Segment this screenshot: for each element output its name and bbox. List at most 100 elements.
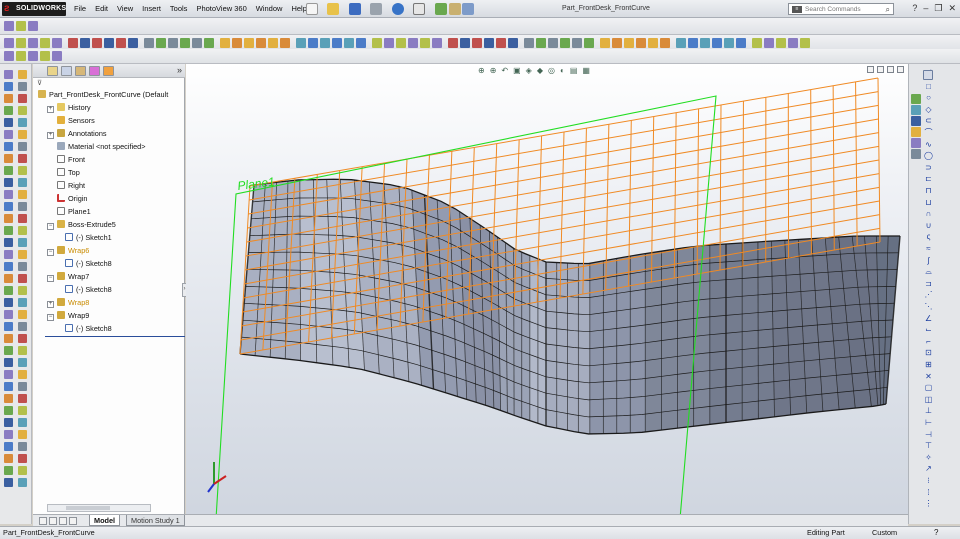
feature-tool-icon[interactable] — [4, 130, 13, 139]
feature-tool-icon[interactable] — [4, 226, 13, 235]
command-icon[interactable] — [660, 38, 670, 48]
sketch-palette-icon[interactable]: ⋰ — [924, 290, 933, 299]
sketch-entity-icon[interactable] — [4, 51, 14, 61]
tree-item-sketch8-a[interactable]: (-) Sketch8 — [65, 258, 112, 269]
command-icon[interactable] — [636, 38, 646, 48]
tree-item-sketch1[interactable]: (-) Sketch1 — [65, 232, 112, 243]
sketch-palette-icon[interactable]: ⊥ — [924, 406, 933, 415]
zoom-to-fit-icon[interactable]: ⊕ — [478, 66, 485, 75]
tree-item-wrap8[interactable]: + Wrap8 — [47, 297, 89, 308]
feature-tool-icon[interactable] — [4, 298, 13, 307]
select-arrow-icon[interactable] — [413, 3, 425, 15]
command-icon[interactable] — [332, 38, 342, 48]
scene-icon[interactable]: ▤ — [570, 66, 578, 75]
graphics-area[interactable]: Plane1 ⊕ ⊕ ↶ ▣ ◈ ◆ ◎ ◐ ▤ ▦ — [186, 64, 908, 524]
command-icon[interactable] — [384, 38, 394, 48]
command-icon[interactable] — [220, 38, 230, 48]
command-icon[interactable] — [244, 38, 254, 48]
command-icon[interactable] — [396, 38, 406, 48]
file-properties-icon[interactable] — [449, 3, 461, 15]
command-icon[interactable] — [92, 38, 102, 48]
command-icon[interactable] — [116, 38, 126, 48]
command-icon[interactable] — [156, 38, 166, 48]
feature-tool-icon[interactable] — [18, 202, 27, 211]
tab-model[interactable]: Model — [89, 515, 121, 526]
tree-item-wrap9[interactable]: − Wrap9 — [47, 310, 89, 321]
feature-tool-icon[interactable] — [18, 322, 27, 331]
sketch-palette-icon[interactable]: ◫ — [924, 395, 933, 404]
command-icon[interactable] — [736, 38, 746, 48]
feature-tool-icon[interactable] — [4, 322, 13, 331]
tree-item-sketch8-selected[interactable]: (-) Sketch8 — [65, 284, 112, 295]
command-icon[interactable] — [432, 38, 442, 48]
configuration-manager-tab[interactable] — [75, 66, 86, 76]
sketch-palette-icon[interactable]: ⋮ — [924, 499, 933, 508]
sketch-palette-icon[interactable]: ⁞ — [924, 488, 933, 497]
more-tabs-icon[interactable]: » — [177, 65, 182, 75]
view-orientation-icon[interactable]: ◈ — [526, 66, 532, 75]
feature-tool-icon[interactable] — [18, 382, 27, 391]
hide-show-icon[interactable]: ◎ — [548, 66, 555, 75]
sketch-palette-icon[interactable]: ≈ — [924, 244, 933, 253]
sketch-entity-icon[interactable] — [28, 51, 38, 61]
command-icon[interactable] — [536, 38, 546, 48]
command-icon[interactable] — [296, 38, 306, 48]
sketch-palette-icon[interactable]: ⁝ — [924, 476, 933, 485]
sketch-palette-icon[interactable]: ⊐ — [924, 279, 933, 288]
command-icon[interactable] — [524, 38, 534, 48]
scrollbar-thumb[interactable] — [66, 506, 110, 510]
command-icon[interactable] — [192, 38, 202, 48]
display-style-icon[interactable]: ◆ — [537, 66, 543, 75]
command-icon[interactable] — [204, 38, 214, 48]
feature-tool-icon[interactable] — [18, 478, 27, 487]
viewport-close-icon[interactable] — [897, 66, 904, 73]
tree-item-sketch8-b[interactable]: (-) Sketch8 — [65, 323, 112, 334]
feature-tool-icon[interactable] — [4, 394, 13, 403]
feature-tool-icon[interactable] — [18, 190, 27, 199]
tree-item-plane1[interactable]: Plane1 — [57, 206, 91, 217]
feature-tool-icon[interactable] — [4, 310, 13, 319]
command-icon[interactable] — [560, 38, 570, 48]
search-scope-icon[interactable]: ≡ — [792, 6, 802, 13]
feature-tool-icon[interactable] — [4, 358, 13, 367]
sketch-palette-icon[interactable]: ⊏ — [924, 174, 933, 183]
command-icon[interactable] — [144, 38, 154, 48]
tree-item-top-plane[interactable]: Top — [57, 167, 80, 178]
display-manager-tab[interactable] — [103, 66, 114, 76]
command-icon[interactable] — [168, 38, 178, 48]
help-icon[interactable]: ? — [912, 3, 917, 14]
sketch-entity-icon[interactable] — [52, 51, 62, 61]
expand-toggle-icon[interactable]: − — [47, 275, 54, 282]
print-icon[interactable] — [370, 3, 382, 15]
sketch-palette-icon[interactable]: ∩ — [924, 209, 933, 218]
command-icon[interactable] — [676, 38, 686, 48]
feature-tool-icon[interactable] — [18, 394, 27, 403]
command-icon[interactable] — [180, 38, 190, 48]
sketch-palette-icon[interactable]: ⊞ — [924, 360, 933, 369]
tree-item-front-plane[interactable]: Front — [57, 154, 85, 165]
feature-tool-icon[interactable] — [18, 94, 27, 103]
command-icon[interactable] — [40, 38, 50, 48]
command-icon[interactable] — [420, 38, 430, 48]
command-icon[interactable] — [68, 38, 78, 48]
feature-tool-icon[interactable] — [18, 466, 27, 475]
sketch-palette-icon[interactable]: ⊃ — [924, 163, 933, 172]
command-icon[interactable] — [600, 38, 610, 48]
section-view-icon[interactable]: ▣ — [513, 66, 521, 75]
feature-tool-icon[interactable] — [18, 298, 27, 307]
command-icon[interactable] — [280, 38, 290, 48]
tab-motion-study[interactable]: Motion Study 1 — [126, 515, 185, 526]
feature-tool-icon[interactable] — [18, 334, 27, 343]
command-icon[interactable] — [356, 38, 366, 48]
property-manager-tab[interactable] — [61, 66, 72, 76]
wrapped-surface[interactable] — [239, 178, 901, 435]
feature-tool-icon[interactable] — [18, 358, 27, 367]
sketch-palette-icon[interactable]: ◇ — [924, 105, 933, 114]
viewport-split-icon[interactable] — [867, 66, 874, 73]
viewport-max-icon[interactable] — [887, 66, 894, 73]
feature-tool-icon[interactable] — [18, 226, 27, 235]
sketch-palette-icon[interactable]: ∠ — [924, 314, 933, 323]
command-icon[interactable] — [788, 38, 798, 48]
feature-tool-icon[interactable] — [4, 406, 13, 415]
feature-tool-icon[interactable] — [18, 442, 27, 451]
